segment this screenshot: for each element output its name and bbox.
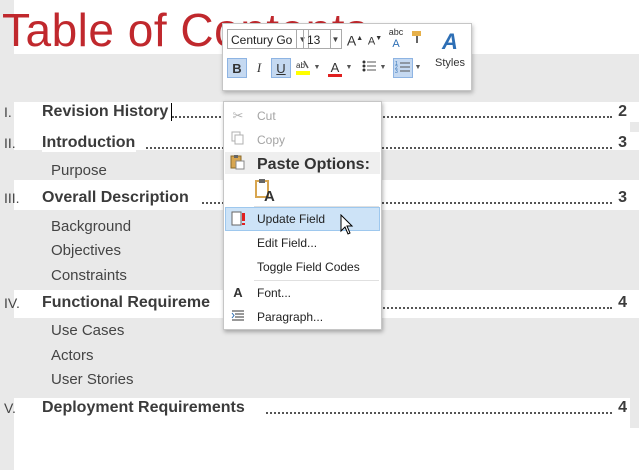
highlight-icon: ab: [296, 60, 310, 75]
toc-entry-deployment-requirements[interactable]: V. Deployment Requirements 4: [0, 396, 639, 422]
clear-formatting-icon: A: [392, 38, 400, 50]
underline-button[interactable]: U: [271, 58, 291, 78]
grow-font-icon: A: [346, 32, 357, 49]
toc-page-number: 4: [618, 399, 627, 416]
toc-roman: V.: [4, 400, 16, 416]
font-size-box[interactable]: 13: [303, 29, 331, 49]
toc-label: Deployment Requirements: [42, 399, 246, 417]
font-color-swatch: [328, 74, 342, 77]
copy-icon: [229, 131, 247, 149]
menu-item-label: Toggle Field Codes: [257, 260, 360, 274]
toc-sub-item[interactable]: Objectives: [51, 242, 121, 259]
toc-page-number: 3: [618, 134, 627, 151]
toc-sub-item[interactable]: Purpose: [51, 162, 107, 179]
menu-item-toggle-field-codes[interactable]: Toggle Field Codes: [225, 255, 380, 279]
toc-roman: III.: [4, 190, 20, 206]
italic-button[interactable]: I: [249, 58, 269, 78]
bullets-icon: [362, 60, 376, 72]
font-size-dropdown-icon[interactable]: ▼: [330, 29, 342, 49]
toc-roman: IV.: [4, 295, 20, 311]
font-color-dropdown-icon[interactable]: ▼: [345, 58, 353, 78]
shrink-font-button[interactable]: A▼: [365, 29, 385, 49]
toc-sub-item[interactable]: Constraints: [51, 267, 127, 284]
paragraph-icon: [229, 308, 247, 326]
numbering-icon: 123: [395, 61, 410, 75]
menu-item-paragraph[interactable]: Paragraph...: [225, 305, 380, 329]
clipboard-icon: [228, 154, 246, 172]
toc-sub-item[interactable]: User Stories: [51, 371, 134, 388]
toc-sub-item[interactable]: Background: [51, 218, 131, 235]
styles-button[interactable]: A Styles: [431, 27, 469, 87]
clear-formatting-abc-label: abc: [388, 27, 404, 37]
toc-label: Revision History: [42, 103, 170, 121]
mini-toolbar: Century Go ▼ 13 ▼ A▲ A▼ abc A A Styles B…: [222, 23, 472, 91]
gray-band: [223, 318, 639, 398]
paste-keep-text-only-button[interactable]: A: [254, 178, 278, 205]
font-icon: A: [233, 285, 243, 300]
font-color-button[interactable]: A: [325, 58, 345, 78]
bold-button[interactable]: B: [227, 58, 247, 78]
paste-options-header: Paste Options:: [225, 152, 380, 174]
text-cursor: [171, 103, 172, 121]
menu-item-label: Update Field: [257, 212, 326, 226]
menu-item-label: Copy: [257, 133, 286, 147]
menu-item-copy[interactable]: Copy: [225, 128, 380, 152]
toc-label: Overall Description: [42, 189, 190, 207]
toc-sub-item[interactable]: Use Cases: [51, 322, 124, 339]
numbering-dropdown-icon[interactable]: ▼: [414, 58, 422, 78]
menu-item-label: Paste Options:: [257, 156, 370, 173]
bullets-dropdown-icon[interactable]: ▼: [379, 58, 387, 78]
gray-band: [380, 210, 639, 290]
highlight-button[interactable]: ab: [293, 58, 313, 78]
toc-page-number: 3: [618, 189, 627, 206]
grow-font-button[interactable]: A▲: [345, 29, 365, 49]
format-painter-button[interactable]: [407, 29, 427, 49]
menu-item-edit-field[interactable]: Edit Field...: [225, 231, 380, 255]
paste-glyph: A: [264, 188, 275, 205]
clear-formatting-button[interactable]: abc A: [386, 26, 406, 50]
font-color-icon: A: [330, 60, 340, 75]
menu-item-label: Paragraph...: [257, 310, 324, 324]
scissors-icon: ✂: [232, 108, 244, 123]
bullets-button[interactable]: [359, 58, 379, 78]
toc-leader: [266, 412, 612, 414]
menu-item-label: Edit Field...: [257, 236, 318, 250]
format-painter-icon: [412, 31, 421, 43]
toc-label: Functional Requireme: [42, 294, 212, 312]
toc-sub-item[interactable]: Actors: [51, 347, 94, 364]
styles-label: Styles: [435, 57, 465, 69]
styles-icon: A: [442, 29, 458, 54]
menu-item-font[interactable]: A Font...: [225, 281, 380, 305]
menu-item-label: Font...: [257, 286, 292, 300]
mouse-pointer-icon: [340, 214, 354, 235]
menu-item-cut[interactable]: ✂ Cut: [225, 104, 380, 128]
highlight-dropdown-icon[interactable]: ▼: [313, 58, 321, 78]
font-name-box[interactable]: Century Go: [227, 29, 297, 49]
toc-leader: [380, 307, 612, 309]
page-body-blank: [14, 428, 639, 470]
toc-roman: II.: [4, 135, 16, 151]
toc-roman: I.: [4, 104, 12, 120]
menu-item-label: Cut: [257, 109, 276, 123]
toc-page-number: 4: [618, 294, 627, 311]
toc-page-number: 2: [618, 103, 627, 120]
context-menu: ✂ Cut Copy Paste Options: A Update Field…: [223, 101, 382, 330]
numbering-button[interactable]: 123: [393, 58, 413, 78]
svg-text:3: 3: [395, 69, 398, 75]
menu-item-update-field[interactable]: Update Field: [225, 207, 380, 231]
update-field-icon: [230, 211, 248, 229]
toc-label: Introduction: [42, 134, 137, 152]
